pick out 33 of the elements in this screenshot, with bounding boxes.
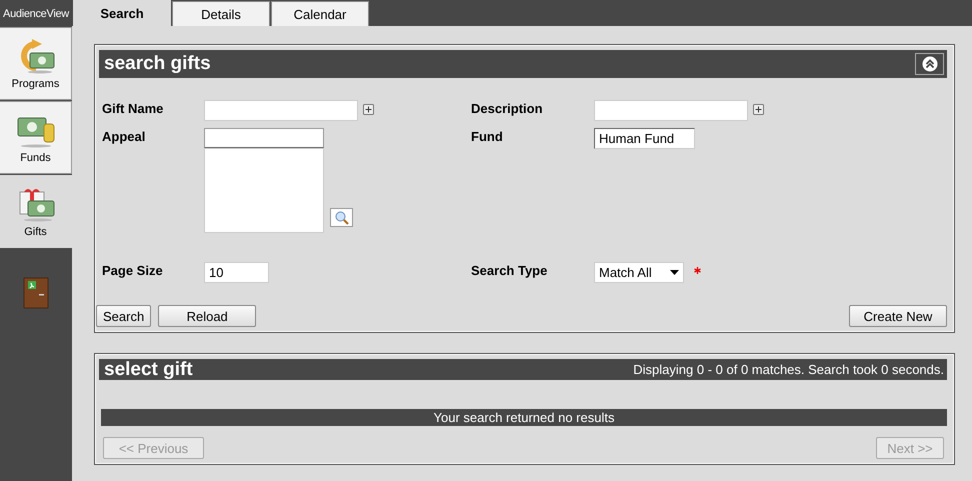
caret-icon[interactable] (670, 270, 679, 275)
panel-title: search gifts (104, 53, 211, 75)
field-label: Page Size (102, 262, 164, 280)
field-label: Gift Name (102, 100, 164, 118)
plus-icon[interactable] (753, 104, 764, 115)
field-label: Search Type (471, 262, 548, 280)
collapse-icon[interactable] (922, 56, 938, 72)
app-logo: AudienceView (2, 6, 70, 22)
collapse-button[interactable] (915, 53, 944, 75)
no-results-message: Your search returned no results (101, 409, 947, 426)
field-label: Appeal (102, 128, 146, 146)
input-field[interactable] (594, 100, 748, 121)
result-status: Displaying 0 - 0 of 0 matches. Search took 0 seconds. (633, 362, 944, 377)
input-field[interactable]: 10 (204, 262, 269, 283)
tab[interactable]: Calendar (271, 1, 369, 26)
sidebar-item[interactable]: Gifts (0, 175, 72, 248)
sidebar-item[interactable]: Programs (0, 27, 72, 100)
button[interactable]: Create New (849, 305, 947, 327)
input-field[interactable] (204, 128, 324, 148)
field-label: Description (471, 100, 544, 118)
button[interactable]: Reload (158, 305, 256, 327)
panel-title: select gift (104, 358, 193, 380)
button[interactable]: Search (96, 305, 152, 327)
input-field[interactable] (204, 100, 358, 121)
search-button[interactable] (330, 208, 353, 227)
tab[interactable]: Search (73, 0, 171, 26)
input-field[interactable]: Human Fund (594, 128, 695, 149)
exit-door-icon[interactable] (23, 277, 49, 309)
tab[interactable]: Details (172, 1, 270, 26)
plus-icon[interactable] (363, 104, 374, 115)
sidebar-item[interactable]: Funds (0, 101, 72, 174)
field-label: Fund (471, 128, 504, 146)
dropdown[interactable]: Match All (594, 262, 684, 283)
